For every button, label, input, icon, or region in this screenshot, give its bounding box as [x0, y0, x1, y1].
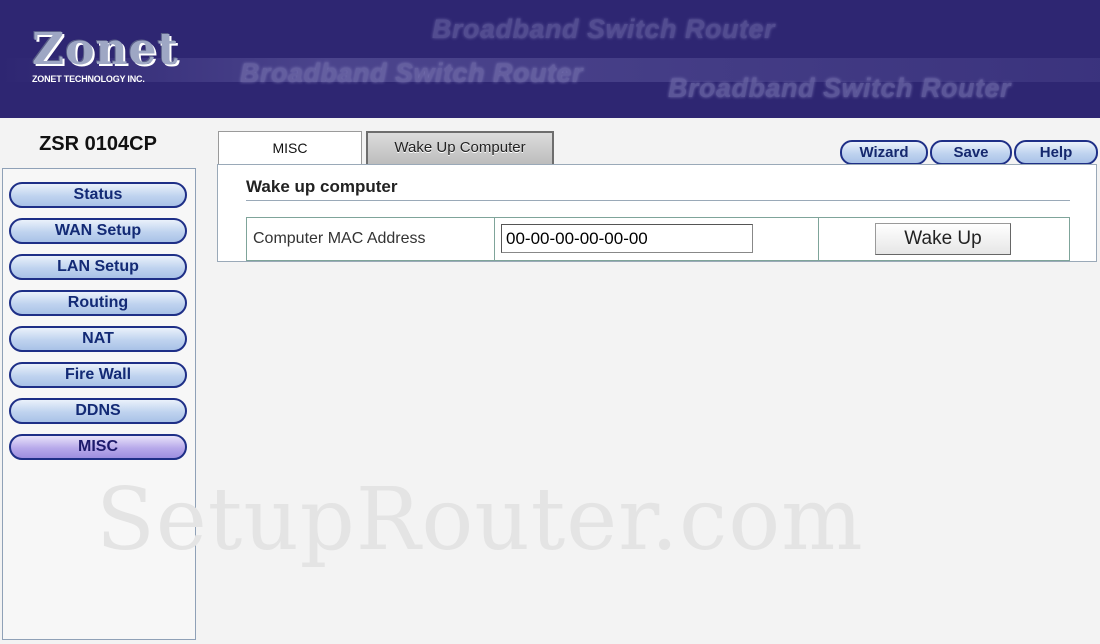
tab-misc[interactable]: MISC	[218, 131, 362, 164]
nav-status[interactable]: Status	[9, 182, 187, 208]
logo-company: ZONET TECHNOLOGY INC.	[32, 74, 145, 84]
nav-nat[interactable]: NAT	[9, 326, 187, 352]
nav-routing[interactable]: Routing	[9, 290, 187, 316]
section-title: Wake up computer	[246, 177, 398, 196]
mac-address-input[interactable]	[501, 224, 753, 253]
tab-wake-up-computer[interactable]: Wake Up Computer	[366, 131, 554, 164]
banner-text-1: Broadband Switch Router	[432, 14, 776, 44]
wake-up-button[interactable]: Wake Up	[875, 223, 1011, 255]
help-button[interactable]: Help	[1014, 140, 1098, 165]
nav-misc[interactable]: MISC	[9, 434, 187, 460]
sidebar: ZSR 0104CP Status WAN Setup LAN Setup Ro…	[0, 118, 196, 644]
nav-fire-wall[interactable]: Fire Wall	[9, 362, 187, 388]
nav-wan-setup[interactable]: WAN Setup	[9, 218, 187, 244]
header-banner: Broadband Switch Router Broadband Switch…	[0, 0, 1100, 118]
mac-address-label: Computer MAC Address	[247, 218, 495, 260]
logo-brand: Zonet	[32, 24, 179, 75]
content-panel: Wake up computer Computer MAC Address Wa…	[217, 164, 1097, 262]
nav-lan-setup[interactable]: LAN Setup	[9, 254, 187, 280]
model-name: ZSR 0104CP	[39, 133, 157, 155]
mac-address-row: Computer MAC Address Wake Up	[246, 217, 1070, 261]
mac-input-cell	[495, 218, 819, 260]
watermark: SetupRouter.com	[96, 470, 864, 570]
wizard-button[interactable]: Wizard	[840, 140, 928, 165]
wake-button-cell: Wake Up	[819, 218, 1069, 260]
banner-text-2: Broadband Switch Router	[240, 58, 584, 88]
save-button[interactable]: Save	[930, 140, 1012, 165]
zonet-logo: Zonet ZONET TECHNOLOGY INC.	[32, 24, 179, 85]
nav-menu: Status WAN Setup LAN Setup Routing NAT F…	[2, 168, 196, 640]
nav-ddns[interactable]: DDNS	[9, 398, 187, 424]
banner-text-3: Broadband Switch Router	[668, 73, 1012, 103]
section-divider	[246, 200, 1070, 201]
